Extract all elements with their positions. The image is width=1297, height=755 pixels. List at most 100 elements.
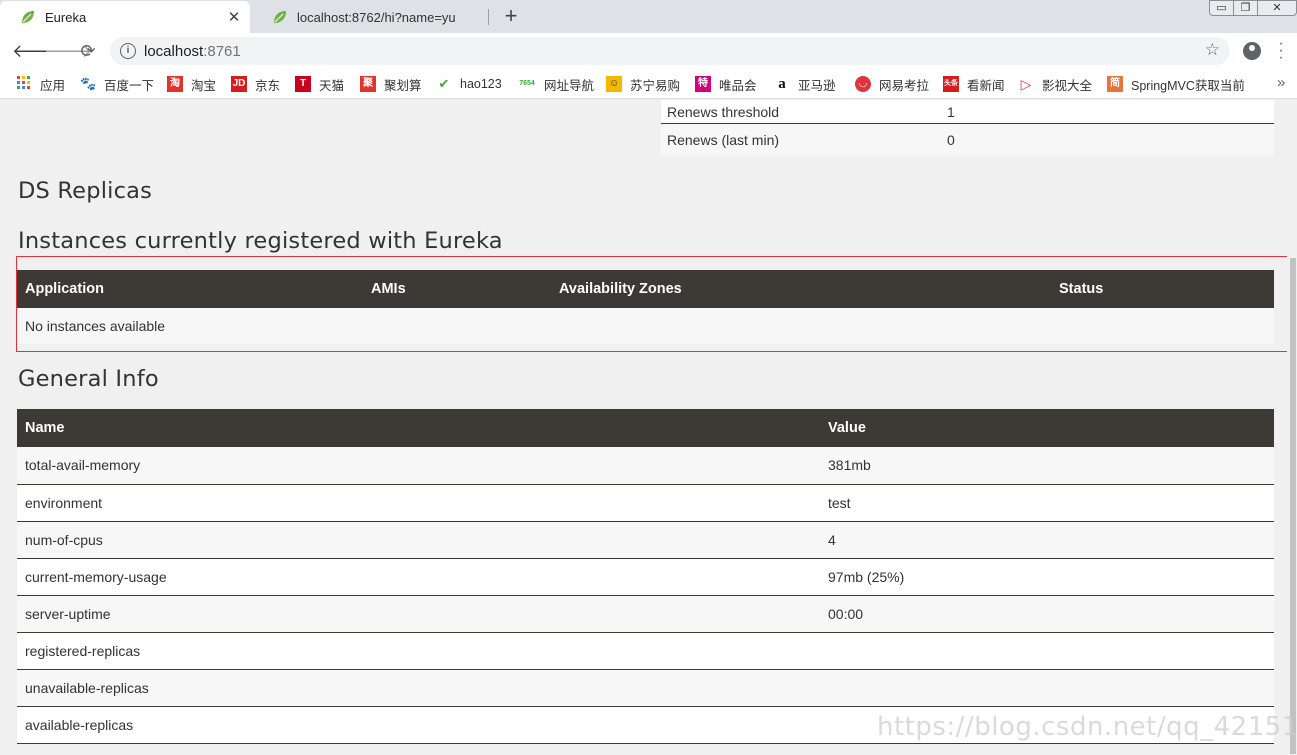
bookmark-label: 百度一下 — [104, 78, 155, 93]
vertical-scrollbar[interactable] — [1287, 100, 1297, 755]
instances-table: Application AMIs Availability Zones Stat… — [17, 270, 1274, 344]
info-value — [820, 669, 1274, 707]
info-value: 97mb (25%) — [820, 558, 1274, 596]
bookmark-7654[interactable]: 7654 网址导航 — [518, 76, 594, 93]
info-name: available-replicas — [17, 706, 820, 744]
table-row: total-avail-memory 381mb — [17, 447, 1274, 485]
tab-title: localhost:8762/hi?name=yu — [297, 9, 456, 25]
spring-leaf-icon — [272, 9, 288, 25]
spring-leaf-icon — [20, 9, 36, 25]
profile-avatar-icon[interactable] — [1243, 42, 1261, 60]
general-info-table: Name Value total-avail-memory 381mb envir… — [17, 409, 1274, 744]
stat-value: 1 — [947, 103, 955, 120]
jian-icon: 简 — [1107, 76, 1123, 92]
url-host: localhost — [144, 43, 204, 60]
bookmark-label: 聚划算 — [384, 78, 422, 93]
table-row: current-memory-usage 97mb (25%) — [17, 558, 1274, 596]
browser-toolbar: 🡐 🡒 ⟳ i localhost:8761 ☆ · · · — [0, 33, 1297, 69]
info-value — [820, 632, 1274, 670]
bookmark-video[interactable]: ▷ 影视大全 — [1018, 76, 1093, 93]
bookmark-vip[interactable]: 特 唯品会 — [695, 76, 757, 93]
info-name: registered-replicas — [17, 632, 820, 670]
bookmarks-bar: 应用 🐾 百度一下 淘 淘宝 JD 京东 T 天猫 聚 聚划算 ✔ hao123… — [0, 69, 1297, 99]
bookmark-label: 影视大全 — [1042, 78, 1093, 93]
bookmark-juhuasuan[interactable]: 聚 聚划算 — [360, 76, 422, 93]
table-header-row: Application AMIs Availability Zones Stat… — [17, 270, 1274, 308]
table-row: registered-replicas — [17, 632, 1274, 670]
bookmark-apps[interactable]: 应用 — [16, 76, 66, 93]
bookmark-news[interactable]: 头条 看新闻 — [943, 76, 1005, 93]
bookmark-tmall[interactable]: T 天猫 — [295, 76, 345, 93]
new-tab-button[interactable]: + — [500, 3, 522, 29]
kaola-icon: ◡ — [855, 76, 871, 92]
scrollbar-thumb[interactable] — [1290, 258, 1296, 754]
ds-replicas-heading: DS Replicas — [18, 178, 153, 204]
bookmark-jd[interactable]: JD 京东 — [231, 76, 281, 93]
stat-name: Renews threshold — [667, 103, 780, 120]
restore-icon[interactable]: ❐ — [1233, 0, 1258, 16]
bookmark-taobao[interactable]: 淘 淘宝 — [167, 76, 217, 93]
bookmark-label: SpringMVC获取当前 — [1131, 78, 1245, 93]
info-name: server-uptime — [17, 595, 820, 633]
table-row: No instances available — [17, 308, 1274, 344]
reload-icon[interactable]: ⟳ — [76, 39, 100, 63]
news-icon: 头条 — [943, 76, 959, 92]
window-close-icon[interactable]: ✕ — [1257, 0, 1297, 16]
table-header-row: Name Value — [17, 409, 1274, 447]
table-row: num-of-cpus 4 — [17, 521, 1274, 559]
bookmark-baidu[interactable]: 🐾 百度一下 — [80, 76, 155, 93]
watermark: https://blog.csdn.net/qq_42151769 — [877, 712, 1297, 742]
forward-arrow-icon[interactable]: 🡒 — [44, 39, 92, 63]
info-icon[interactable]: i — [120, 43, 136, 59]
tab-localhost-8762[interactable]: localhost:8762/hi?name=yu — [252, 1, 488, 33]
tab-divider — [488, 9, 489, 25]
info-name: environment — [17, 484, 820, 522]
7654-icon: 7654 — [519, 80, 535, 87]
info-value: test — [820, 484, 1274, 522]
tmall-icon: T — [295, 76, 311, 92]
bookmark-label: 京东 — [255, 78, 281, 93]
column-header: Status — [1051, 270, 1274, 308]
back-arrow-icon[interactable]: 🡐 — [12, 39, 60, 63]
bookmark-star-icon[interactable]: ☆ — [1205, 40, 1220, 60]
address-bar[interactable]: i localhost:8761 ☆ — [110, 37, 1230, 65]
taobao-icon: 淘 — [167, 76, 183, 92]
column-header: Name — [17, 409, 820, 447]
hao123-icon: ✔ — [438, 76, 450, 91]
stat-value: 0 — [947, 131, 955, 148]
table-row: unavailable-replicas — [17, 669, 1274, 707]
menu-kebab-icon[interactable]: · · · — [1276, 36, 1286, 66]
info-name: current-memory-usage — [17, 558, 820, 596]
bookmark-label: 应用 — [40, 78, 66, 93]
bookmark-label: 唯品会 — [719, 78, 757, 93]
bookmark-label: 天猫 — [319, 78, 345, 93]
stat-name: Renews (last min) — [667, 131, 780, 148]
column-header: Application — [17, 270, 363, 308]
bookmark-kaola[interactable]: ◡ 网易考拉 — [855, 76, 930, 93]
bookmark-label: 网易考拉 — [879, 78, 930, 93]
bookmark-hao123[interactable]: ✔ hao123 — [436, 76, 502, 92]
table-row: environment test — [17, 484, 1274, 522]
minimize-icon[interactable]: ▭ — [1209, 0, 1234, 16]
url-text[interactable]: localhost:8761 — [144, 43, 241, 60]
bookmarks-overflow-icon[interactable]: » — [1277, 74, 1285, 91]
video-icon: ▷ — [1020, 76, 1032, 92]
renews-table: Renews threshold 1 Renews (last min) 0 — [661, 100, 1274, 155]
apps-grid-icon — [16, 76, 32, 92]
general-info-heading: General Info — [18, 366, 159, 392]
tab-close-icon[interactable]: ✕ — [224, 8, 244, 26]
bookmark-label: 淘宝 — [191, 78, 217, 93]
url-port: :8761 — [203, 43, 241, 60]
bookmark-suning[interactable]: ☺ 苏宁易购 — [606, 76, 680, 93]
info-name: unavailable-replicas — [17, 669, 820, 707]
bookmark-springmvc[interactable]: 简 SpringMVC获取当前 — [1107, 76, 1245, 93]
info-value: 00:00 — [820, 595, 1274, 633]
column-header: Value — [820, 409, 1274, 447]
empty-message: No instances available — [17, 308, 1274, 344]
bookmark-amazon[interactable]: a 亚马逊 — [774, 76, 835, 93]
column-header: AMIs — [363, 270, 551, 308]
info-name: num-of-cpus — [17, 521, 820, 559]
instances-heading: Instances currently registered with Eure… — [18, 228, 503, 254]
tab-eureka[interactable]: Eureka ✕ — [0, 1, 250, 33]
tab-title: Eureka — [45, 9, 87, 25]
